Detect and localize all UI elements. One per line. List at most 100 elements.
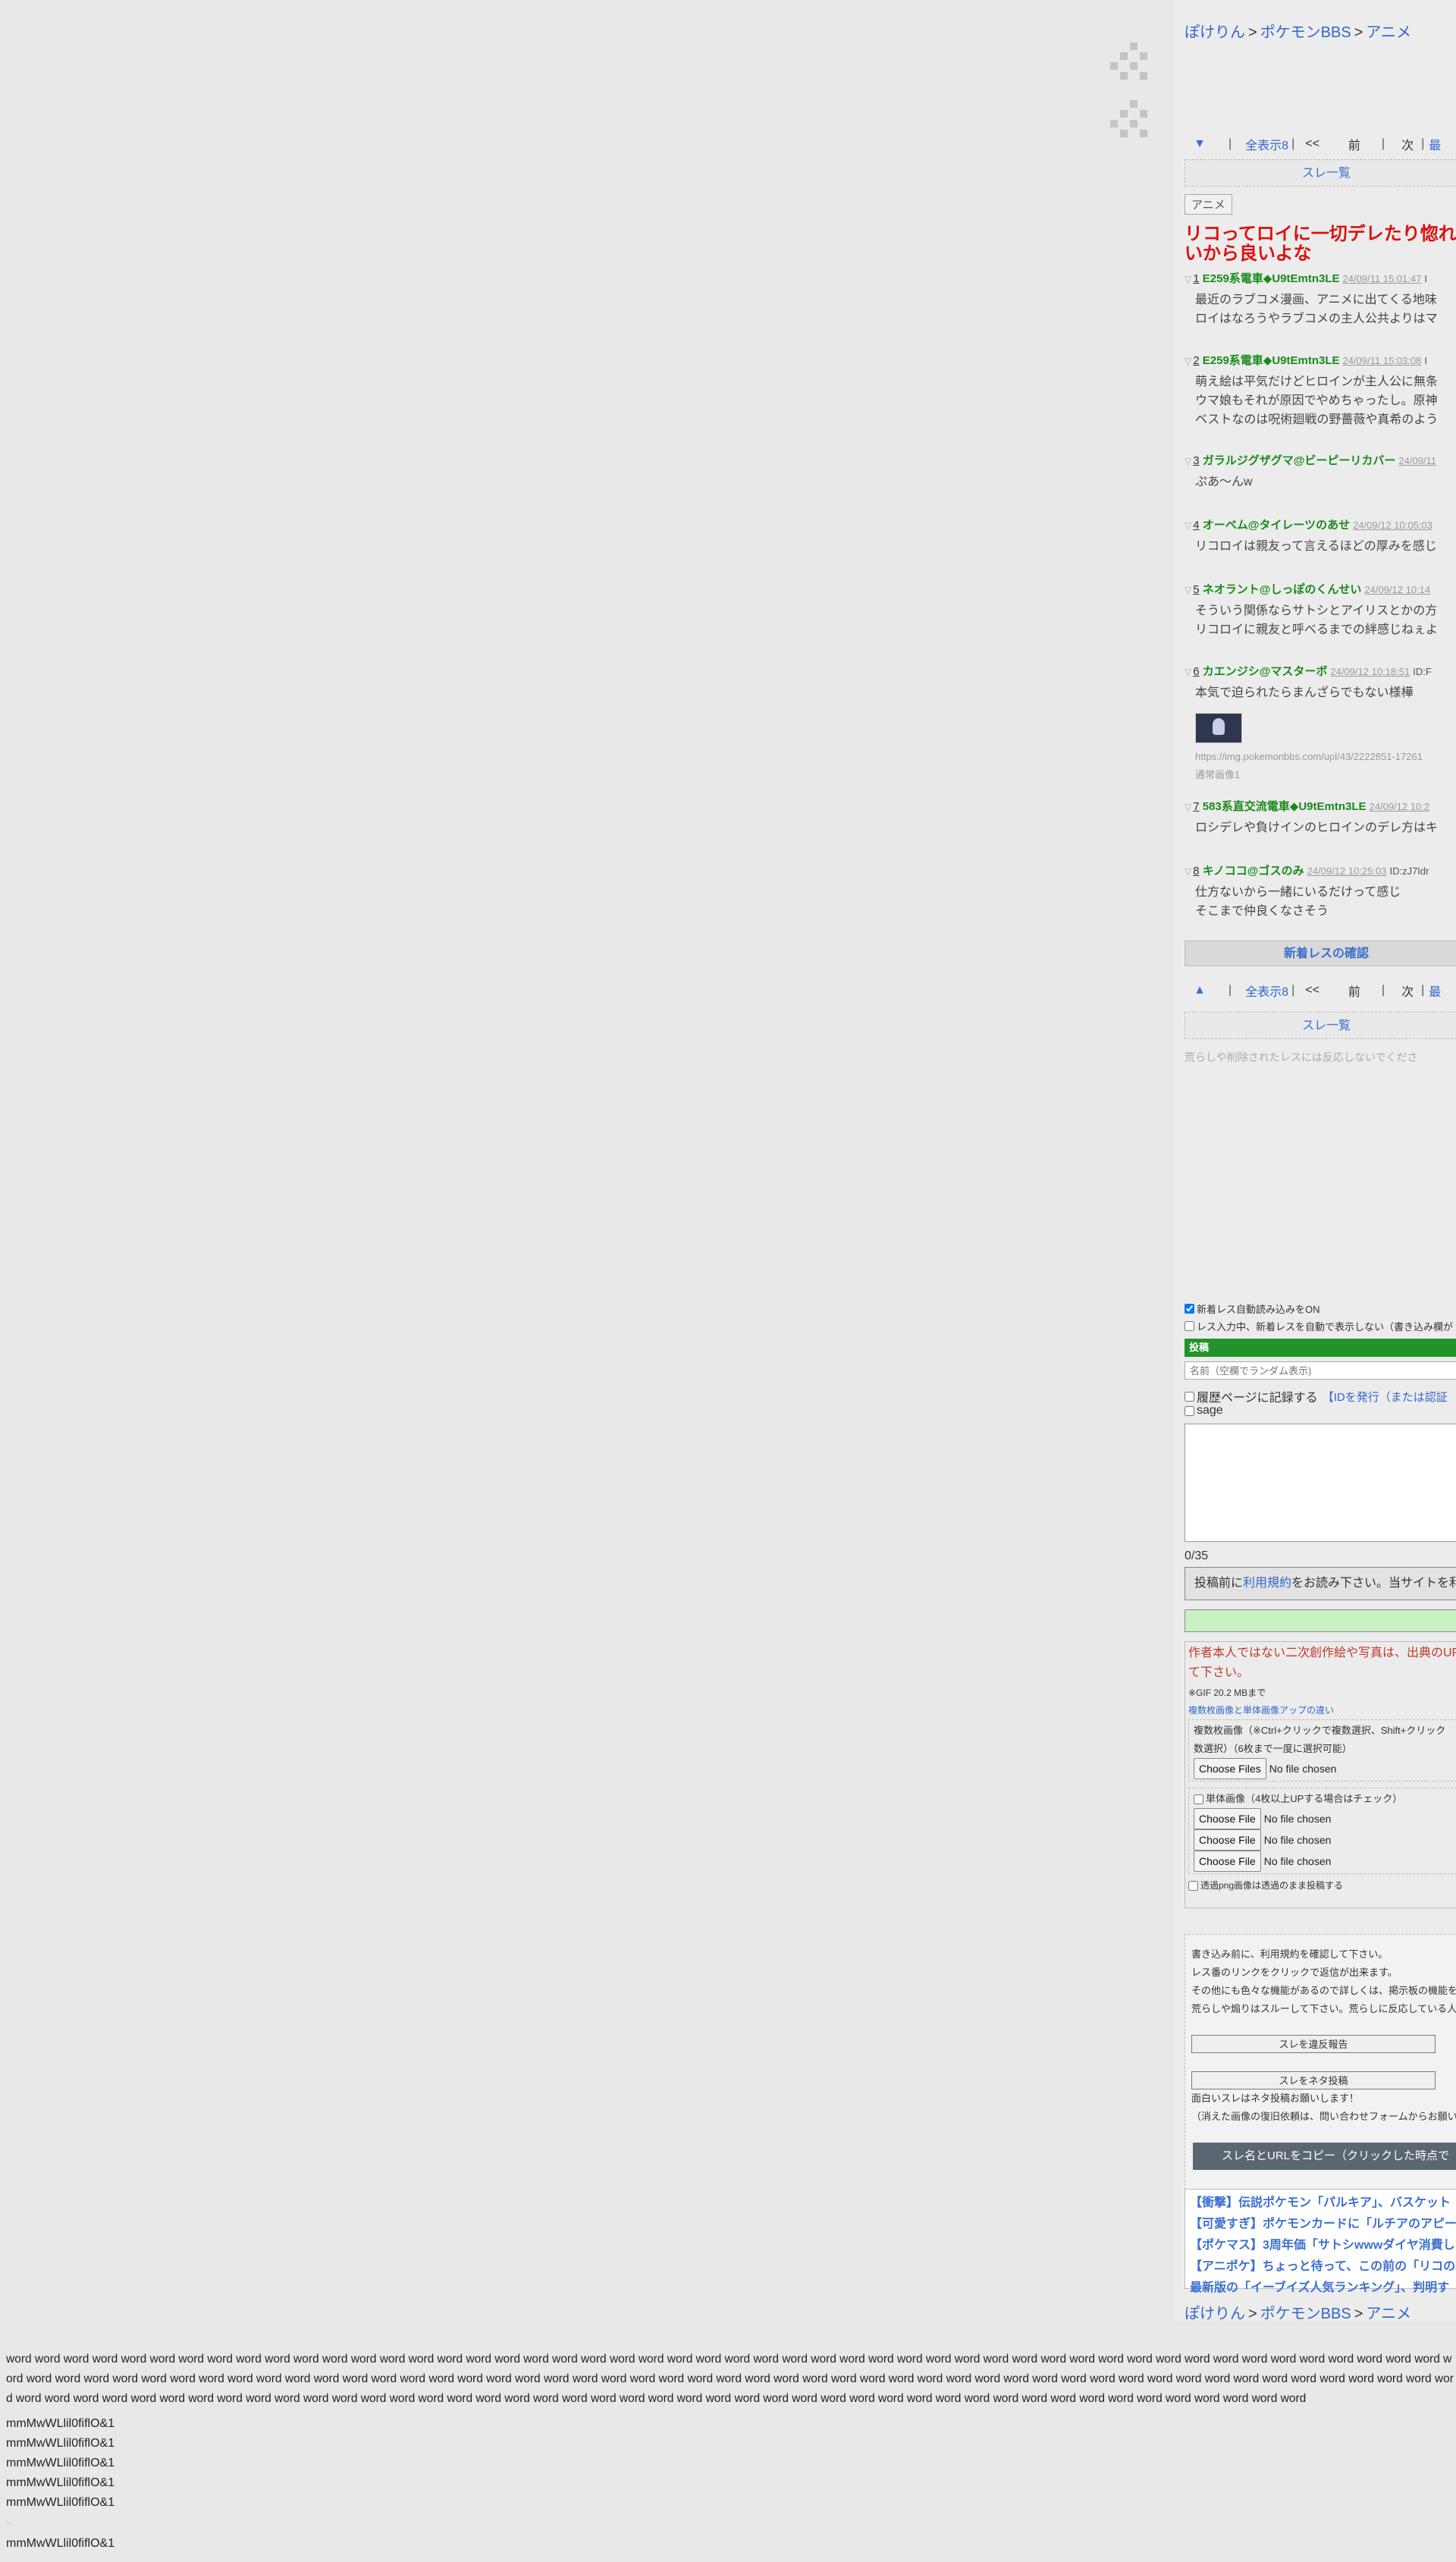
last-page-link[interactable]: 最 [1429, 135, 1441, 153]
thread-list-link[interactable]: スレ一覧 [1185, 1013, 1456, 1040]
submit-bar[interactable] [1185, 1609, 1456, 1632]
choose-files-button[interactable]: Choose Files [1194, 1758, 1266, 1779]
post-image-url[interactable]: https://img.pokemonbbs.com/upl/43/222285… [1195, 751, 1432, 762]
thread-title: リコってロイに一切デレたり惚れたり いから良いよな [1185, 224, 1456, 264]
next-page-link[interactable]: 次 [1401, 135, 1414, 153]
sage-checkbox[interactable] [1185, 1405, 1194, 1416]
post: ▽ 7 583系直交流電車◆U9tEmtn3LE 24/09/12 10:2 ロシデ… [1185, 798, 1438, 837]
prev-page-link[interactable]: 前 [1348, 981, 1360, 1000]
info-line: レス番のリンクをクリックで返信が出来ます。 [1191, 1967, 1398, 1978]
post-date: 24/09/12 10:05:03 [1353, 520, 1432, 531]
multi-vs-single-link[interactable]: 複数枚画像と単体画像アップの違い [1185, 1700, 1456, 1718]
collapse-icon[interactable]: ▽ [1185, 520, 1191, 531]
post-line: リコロイは親友って言えるほどの厚みを感じ [1195, 540, 1437, 553]
name-field[interactable] [1185, 1361, 1456, 1380]
new-posts-confirm-button[interactable]: 新着レスの確認 [1185, 940, 1456, 966]
upload-panel: 作者本人ではない二次創作絵や写真は、出典のUR て下さい。 ※GIF 20.2 M… [1185, 1641, 1456, 1908]
file-status: No file chosen [1263, 1855, 1332, 1867]
png-checkbox[interactable] [1188, 1880, 1198, 1891]
choose-file-button[interactable]: Choose File [1194, 1808, 1261, 1829]
nav-divider: | [1228, 137, 1232, 150]
report-thread-button[interactable]: スレを違反報告 [1191, 2035, 1436, 2053]
no-show-while-typing-option: レス入力中、新着レスを自動で表示しない（書き込み欄が [1185, 1319, 1453, 1333]
choose-file-button[interactable]: Choose File [1194, 1829, 1261, 1851]
neta-post-button[interactable]: スレをネタ投稿 [1191, 2071, 1436, 2089]
related-link[interactable]: 【ポケマス】3周年価「サトシwwwダイヤ消費し [1190, 2235, 1456, 2256]
post-number[interactable]: 1 [1193, 272, 1199, 285]
breadcrumb-category[interactable]: アニメ [1366, 2306, 1411, 2321]
post-image-thumbnail[interactable] [1195, 713, 1242, 743]
post-number[interactable]: 3 [1193, 454, 1199, 467]
poster-name: キノココ@ゴスのみ [1202, 865, 1304, 878]
collapse-icon[interactable]: ▽ [1185, 585, 1191, 595]
multi-upload-box: 複数枚画像（※Ctrl+クリックで複数選択、Shift+クリック 数選択）（6枚… [1188, 1719, 1456, 1782]
related-link[interactable]: 最新版の「イーブイズ人気ランキング」、判明す [1190, 2278, 1456, 2299]
post-number[interactable]: 4 [1193, 519, 1199, 532]
post-line: 仕方ないから一緒にいるだけって感じ [1195, 886, 1401, 899]
category-tag[interactable]: アニメ [1185, 194, 1232, 215]
related-link[interactable]: 【可愛すぎ】ポケモンカードに「ルチアのアピー [1190, 2214, 1456, 2235]
single-upload-checkbox[interactable] [1194, 1794, 1203, 1804]
breadcrumb: ぽけりん > ポケモンBBS > アニメ [1185, 20, 1411, 42]
poster-name: E259系電車◆U9tEmtn3LE [1202, 272, 1340, 285]
post-header: ▽ 5 ネオラント@しっぽのくんせい 24/09/12 10:14 [1185, 581, 1438, 597]
post-body-textarea[interactable] [1185, 1424, 1456, 1542]
first-page-link[interactable]: << [1305, 137, 1320, 151]
last-page-link[interactable]: 最 [1429, 981, 1441, 1000]
collapse-icon[interactable]: ▽ [1185, 356, 1191, 366]
collapse-icon[interactable]: ▽ [1185, 456, 1191, 466]
scroll-up-icon[interactable]: ▲ [1185, 984, 1215, 997]
thread-list-link[interactable]: スレ一覧 [1185, 160, 1456, 187]
thread-list-bar[interactable]: スレ一覧 [1185, 159, 1456, 187]
post-date: 24/09/11 15:03:08 [1342, 355, 1422, 366]
file-status: No file chosen [1269, 1763, 1337, 1775]
troll-note: 荒らしや削除されたレスには反応しないでくださ [1185, 1051, 1418, 1063]
no-show-while-typing-label: レス入力中、新着レスを自動で表示しない（書き込み欄が [1197, 1321, 1454, 1333]
scroll-down-icon[interactable]: ▼ [1185, 137, 1215, 151]
related-link[interactable]: 【衝撃】伝説ポケモン「パルキア」、バスケット [1190, 2193, 1456, 2214]
thread-list-bar[interactable]: スレ一覧 [1185, 1012, 1456, 1039]
show-all-link[interactable]: 全表示8 [1245, 981, 1288, 1000]
poster-id: I [1424, 355, 1427, 366]
choose-file-button[interactable]: Choose File [1194, 1851, 1261, 1872]
terms-link[interactable]: 利用規約 [1243, 1577, 1291, 1590]
post-line: ウマ娘もそれが原因でやめちゃったし。原神 [1195, 394, 1438, 407]
thread-column: ぽけりん > ポケモンBBS > アニメ ▼ | 全表示8 | << 前 | 次 | 最… [1174, 0, 1456, 2321]
show-all-link[interactable]: 全表示8 [1245, 135, 1288, 153]
post-body: 萌え絵は平気だけどヒロインが主人公に無条 ウマ娘もそれが原因でやめちゃったし。原神… [1195, 372, 1438, 429]
upload-warning: 作者本人ではない二次創作絵や写真は、出典のUR て下さい。 [1185, 1642, 1456, 1684]
post-number[interactable]: 8 [1193, 865, 1199, 878]
post-date: 24/09/12 10:25:03 [1307, 865, 1387, 877]
collapse-icon[interactable]: ▽ [1185, 667, 1191, 677]
post-number[interactable]: 6 [1193, 665, 1199, 678]
breadcrumb-board[interactable]: ポケモンBBS [1260, 2306, 1351, 2321]
post-number[interactable]: 2 [1193, 354, 1199, 367]
copy-thread-url-button[interactable]: スレ名とURLをコピー（クリックした時点で [1193, 2143, 1456, 2170]
post-header: ▽ 3 ガラルジグザグマ@ビーピーリカバー 24/09/11 [1185, 452, 1436, 468]
collapse-icon[interactable]: ▽ [1185, 866, 1191, 877]
post-number[interactable]: 7 [1193, 800, 1199, 813]
prev-page-link[interactable]: 前 [1348, 135, 1360, 153]
breadcrumb-site[interactable]: ぽけりん [1185, 2306, 1245, 2321]
next-page-link[interactable]: 次 [1401, 981, 1414, 1000]
issue-id-link[interactable]: 【IDを発行（または認証 [1323, 1389, 1448, 1405]
related-link[interactable]: 【アニポケ】ちょっと待って、この前の「リコの [1190, 2256, 1456, 2278]
post-line: ロシデレや負けインのヒロインのデレ方はキ [1195, 821, 1439, 834]
first-page-link[interactable]: << [1305, 984, 1320, 997]
char-count: 0/35 [1185, 1549, 1209, 1562]
auto-load-checkbox[interactable] [1185, 1304, 1194, 1314]
breadcrumb-category[interactable]: アニメ [1366, 24, 1411, 41]
collapse-icon[interactable]: ▽ [1185, 274, 1191, 284]
post-body: リコロイは親友って言えるほどの厚みを感じ [1195, 537, 1437, 556]
breadcrumb-board[interactable]: ポケモンBBS [1260, 24, 1351, 41]
upload-warning-line: て下さい。 [1188, 1666, 1250, 1679]
nav-divider: | [1228, 984, 1232, 997]
filler-line: mmMwWLlil0fiflO&1 [6, 2457, 115, 2469]
no-show-while-typing-checkbox[interactable] [1185, 1321, 1194, 1331]
breadcrumb-site[interactable]: ぽけりん [1185, 24, 1245, 41]
breadcrumb-separator: > [1354, 2306, 1363, 2321]
info-box: 書き込み前に、利用規約を確認して下さい。 レス番のリンクをクリックで返信が出来ま… [1185, 1934, 1456, 2216]
collapse-icon[interactable]: ▽ [1185, 802, 1191, 812]
post-number[interactable]: 5 [1193, 583, 1199, 596]
history-checkbox[interactable] [1185, 1391, 1194, 1402]
